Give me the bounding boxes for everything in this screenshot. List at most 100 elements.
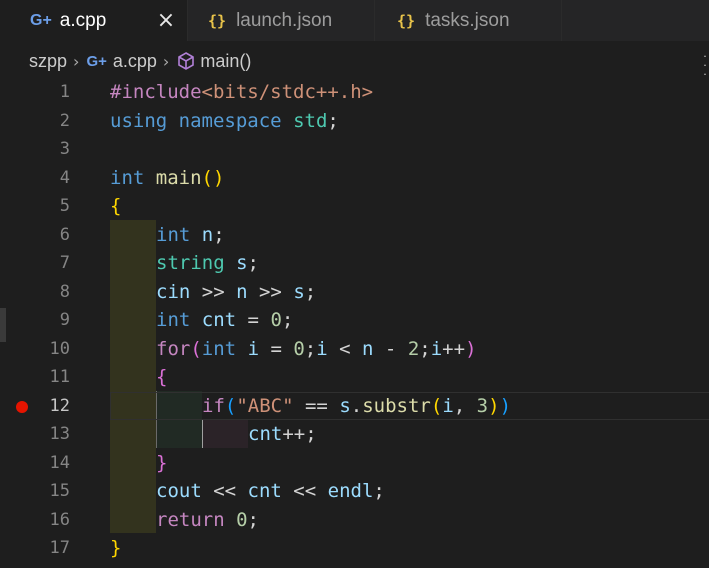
code-line: 16 return 0; (0, 506, 709, 534)
code-token: i (316, 337, 328, 360)
code-line: 11 { (0, 363, 709, 391)
line-number: 1 (59, 82, 70, 102)
code-text: } (156, 449, 167, 477)
code-token: ++ (442, 337, 466, 360)
code-token: endl (327, 480, 374, 502)
code-token: () (201, 166, 225, 189)
code-token: ; (247, 252, 259, 274)
breadcrumb: szpp › G+ a.cpp › main() (0, 44, 709, 78)
code-token: int (156, 309, 191, 331)
code-line: 4 int main() (0, 164, 709, 192)
code-line: 14 } (0, 449, 709, 477)
code-token: 0 (293, 337, 305, 360)
code-token: ; (281, 309, 294, 331)
method-cube-icon (178, 52, 195, 70)
line-number: 11 (49, 367, 70, 387)
code-token: n (236, 280, 248, 303)
code-token: for (156, 337, 191, 360)
code-token: n (201, 223, 214, 246)
tab-tasks-json[interactable]: {} tasks.json (375, 0, 561, 41)
code-token: { (110, 195, 122, 217)
line-number: 14 (49, 452, 70, 473)
code-token: ; (419, 337, 431, 360)
code-text: cnt++; (248, 420, 317, 448)
code-text: string s; (156, 249, 259, 277)
code-token: ) (499, 394, 512, 417)
code-token: ; (373, 480, 385, 502)
code-token: if (202, 394, 225, 417)
tab-label: launch.json (236, 9, 333, 31)
code-text: } (110, 534, 121, 562)
code-token: cout (156, 480, 202, 502)
code-text: if("ABC" == s.substr(i, 3)) (202, 392, 511, 420)
line-number: 13 (49, 424, 70, 444)
tab-a-cpp[interactable]: G+ a.cpp × (0, 0, 187, 41)
breadcrumb-folder[interactable]: szpp (29, 51, 67, 72)
code-token: ; (304, 280, 317, 303)
code-line: 2 using namespace std; (0, 107, 709, 135)
code-token: ; (247, 508, 259, 531)
code-text: using namespace std; (110, 107, 339, 135)
code-text: cin >> n >> s; (156, 278, 316, 306)
code-token: ; (327, 109, 339, 132)
code-token: ; (304, 337, 317, 360)
code-token: { (156, 366, 168, 388)
tab-launch-json[interactable]: {} launch.json (188, 0, 374, 41)
line-number: 3 (59, 139, 70, 159)
close-icon[interactable]: × (153, 8, 179, 34)
code-token: int (110, 166, 145, 189)
code-token: main (155, 166, 202, 189)
code-token: >> (247, 280, 294, 303)
line-number: 2 (59, 110, 70, 131)
code-token: , (453, 394, 477, 417)
code-token: i (430, 337, 443, 360)
code-token: string (156, 252, 225, 274)
code-token: = (259, 337, 294, 360)
code-line: 5 { (0, 192, 709, 220)
breakpoint-icon[interactable] (16, 400, 28, 413)
tab-divider (561, 0, 562, 41)
cpp-icon: G+ (86, 52, 107, 70)
code-token: - (373, 337, 408, 360)
code-token: namespace (178, 109, 282, 132)
code-token: substr (362, 394, 431, 417)
code-text: int n; (156, 221, 225, 249)
code-token: ) (488, 394, 500, 417)
code-token: 3 (476, 394, 489, 417)
tab-label: tasks.json (425, 9, 510, 31)
code-line: 15 cout << cnt << endl; (0, 477, 709, 505)
line-number: 9 (59, 310, 70, 330)
line-number: 15 (49, 481, 70, 501)
json-icon: {} (208, 11, 227, 30)
code-token: ( (190, 337, 202, 360)
code-token: "ABC" (236, 394, 294, 417)
code-token: << (201, 480, 248, 502)
line-number: 7 (59, 253, 70, 273)
code-text: for(int i = 0;i < n - 2;i++) (156, 335, 477, 363)
code-editor[interactable]: 1 #include<bits/stdc++.h> 2 using namesp… (0, 78, 709, 568)
code-token: << (281, 480, 328, 502)
breadcrumb-file[interactable]: G+ a.cpp (86, 51, 156, 72)
cpp-icon: G+ (30, 11, 52, 29)
code-line: 6 int n; (0, 221, 709, 249)
code-token: #include (110, 81, 202, 103)
code-text: return 0; (156, 506, 259, 534)
code-text: int cnt = 0; (156, 306, 293, 334)
breadcrumb-symbol[interactable]: main() (176, 51, 251, 72)
code-token: int (201, 337, 237, 360)
chevron-right-icon: › (162, 51, 170, 71)
line-number: 5 (59, 196, 70, 216)
code-token: . (350, 394, 363, 417)
line-number: 12 (49, 395, 70, 416)
code-token: 0 (236, 508, 248, 531)
tab-label: a.cpp (59, 9, 107, 31)
line-number: 6 (59, 224, 70, 245)
code-token: i (442, 394, 454, 417)
code-line: 3 (0, 135, 709, 163)
code-token: return (156, 508, 225, 531)
code-token: >> (190, 280, 237, 303)
line-number: 8 (59, 281, 70, 302)
code-token: <bits/stdc++.h> (201, 81, 374, 103)
code-token: 2 (407, 337, 420, 360)
code-text: { (110, 192, 121, 220)
